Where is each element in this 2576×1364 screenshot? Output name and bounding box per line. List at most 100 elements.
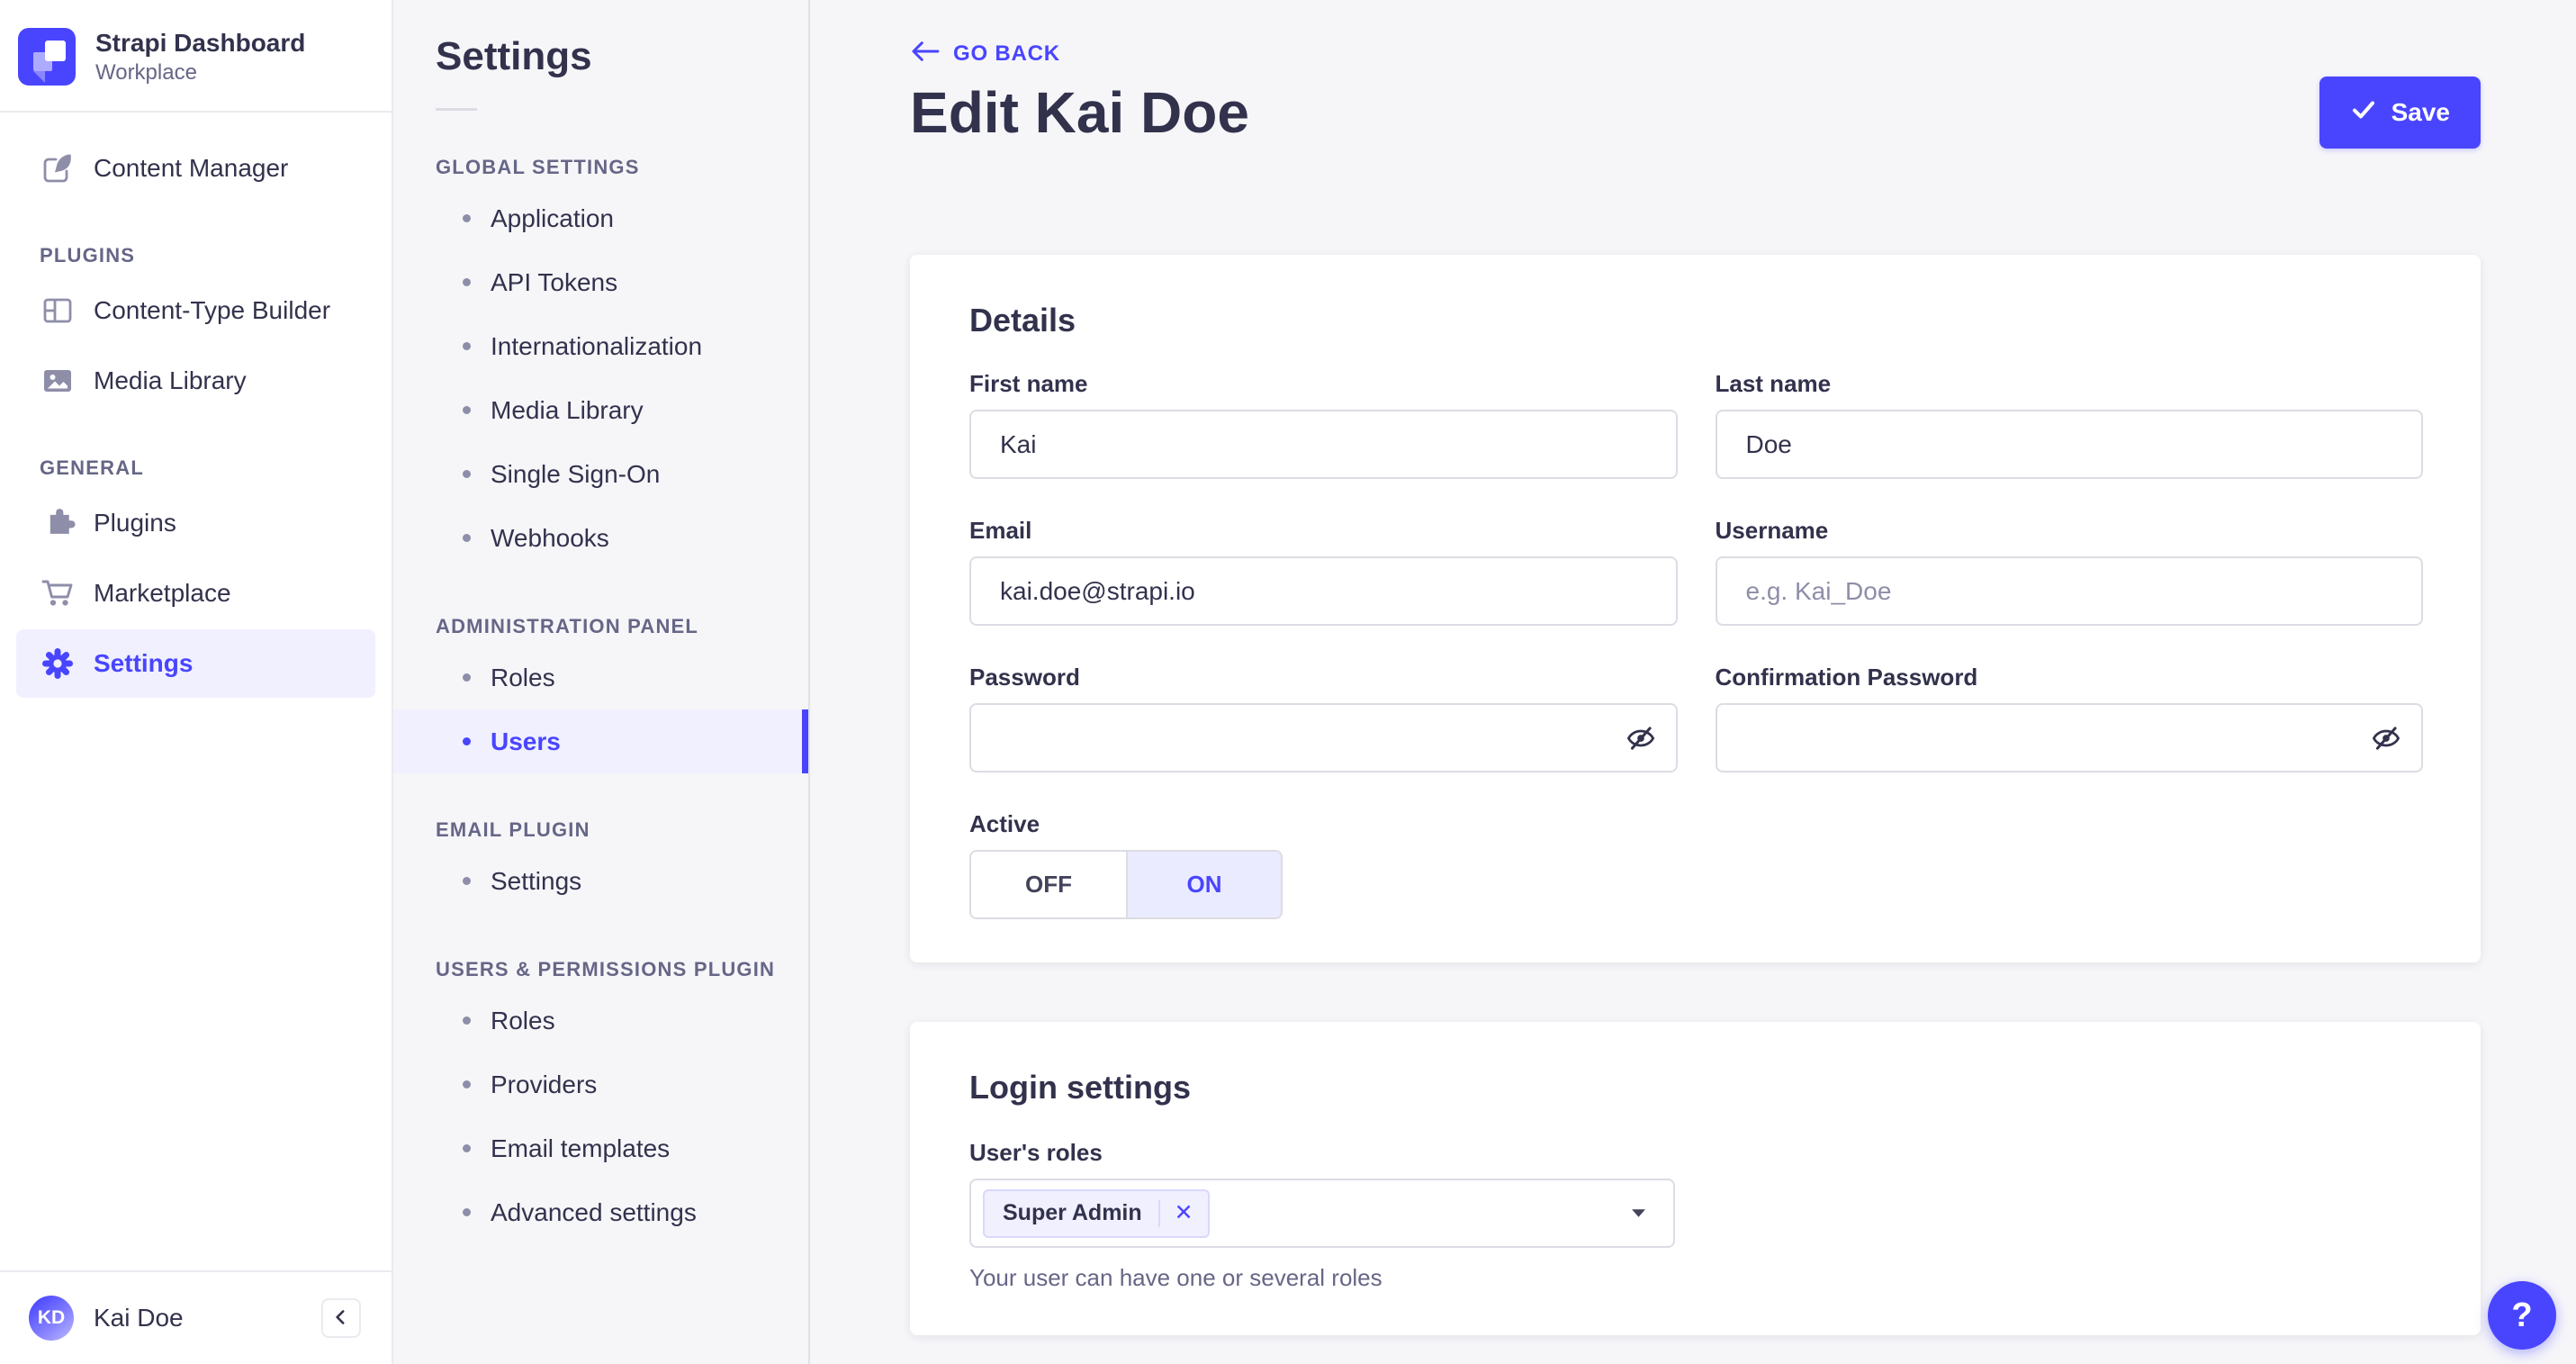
settings-item-application[interactable]: Application [393,186,808,250]
avatar: KD [29,1296,74,1341]
sidebar-item-content-manager[interactable]: Content Manager [16,134,375,203]
settings-item-media-library[interactable]: Media Library [393,378,808,442]
active-field: Active OFF ON [969,810,2423,919]
sidebar-section-label: PLUGINS [40,244,136,266]
bullet-icon [463,214,471,222]
divider [436,108,477,111]
strapi-logo [18,27,76,86]
settings-section-label: USERS & PERMISSIONS PLUGIN [436,958,776,980]
active-label: Active [969,810,1040,837]
help-icon: ? [2511,1296,2533,1334]
sidebar-item-media-library[interactable]: Media Library [16,347,375,415]
back-arrow-icon [910,40,941,68]
close-icon: ✕ [1174,1200,1193,1225]
caret-down-icon [1631,1208,1646,1218]
media-icon [40,363,76,399]
settings-item-roles[interactable]: Roles [393,646,808,709]
login-settings-card: Login settings User's roles Super Admin … [910,1022,2481,1335]
settings-section-label: ADMINISTRATION PANEL [436,615,699,637]
bullet-icon [463,673,471,682]
go-back-label: GO BACK [953,41,1060,66]
form-field: Password [969,664,1678,772]
user-section: KD Kai Doe [0,1270,392,1364]
form-field: Username [1715,517,2423,626]
remove-role-button[interactable]: ✕ [1164,1202,1208,1224]
help-button[interactable]: ? [2488,1281,2556,1350]
role-tag-label: Super Admin [1003,1200,1142,1225]
form-field: Last name [1715,370,2423,479]
settings-sidebar-title: Settings [436,34,592,78]
settings-item-api-tokens[interactable]: API Tokens [393,250,808,314]
login-settings-heading: Login settings [969,1069,1191,1106]
sidebar-item-settings[interactable]: Settings [16,629,375,698]
main-content: GO BACK Edit Kai Doe Save Details First … [810,0,2576,1364]
strapi-admin-app: Strapi Dashboard Workplace Content Manag… [0,0,2576,1364]
settings-section-label: GLOBAL SETTINGS [436,156,640,178]
bullet-icon [463,737,471,745]
settings-item-email-templates[interactable]: Email templates [393,1116,808,1180]
page-title: Edit Kai Doe [910,80,1249,145]
confirmation-password-input[interactable] [1715,703,2423,772]
settings-item-single-sign-on[interactable]: Single Sign-On [393,442,808,506]
bullet-icon [463,278,471,286]
first-name-input[interactable] [969,410,1678,479]
form-field: Confirmation Password [1715,664,2423,772]
settings-item-internationalization[interactable]: Internationalization [393,314,808,378]
settings-item-providers[interactable]: Providers [393,1052,808,1116]
bullet-icon [463,342,471,350]
settings-item-users[interactable]: Users [393,709,808,773]
active-toggle: OFF ON [969,850,1283,919]
role-tag: Super Admin ✕ [983,1188,1210,1238]
username-input[interactable] [1715,556,2423,626]
settings-nav: GLOBAL SETTINGS Application API Tokens I… [393,156,808,1244]
gear-icon [40,646,76,682]
save-button-label: Save [2391,98,2450,126]
active-toggle-on[interactable]: ON [1126,852,1281,917]
puzzle-icon [40,505,76,541]
settings-item-advanced-settings[interactable]: Advanced settings [393,1180,808,1244]
sidebar-nav: Content Manager PLUGINS Content-Type Bui… [0,113,392,700]
email-input[interactable] [969,556,1678,626]
go-back-link[interactable]: GO BACK [910,40,1060,68]
active-toggle-off[interactable]: OFF [971,852,1126,917]
collapse-sidebar-button[interactable] [321,1298,361,1338]
layout-icon [40,293,76,329]
feather-icon [40,150,76,186]
user-name: Kai Doe [94,1304,184,1332]
main-sidebar: Strapi Dashboard Workplace Content Manag… [0,0,393,1364]
settings-section-label: EMAIL PLUGIN [436,818,590,841]
user-roles-label: User's roles [969,1139,1103,1166]
save-button[interactable]: Save [2319,77,2481,149]
cart-icon [40,575,76,611]
brand-text: Strapi Dashboard Workplace [95,27,305,86]
sidebar-item-content-type-builder[interactable]: Content-Type Builder [16,276,375,345]
chevron-left-icon [329,1305,353,1332]
workspace-brand[interactable]: Strapi Dashboard Workplace [0,0,392,111]
settings-item-webhooks[interactable]: Webhooks [393,506,808,570]
bullet-icon [463,1016,471,1025]
eye-off-icon[interactable] [1618,716,1663,761]
sidebar-section-label: GENERAL [40,456,144,479]
password-input[interactable] [969,703,1678,772]
form-field: First name [969,370,1678,479]
workspace-subtitle: Workplace [95,60,197,85]
sidebar-item-plugins[interactable]: Plugins [16,489,375,557]
bullet-icon [463,877,471,885]
last-name-input[interactable] [1715,410,2423,479]
user-roles-select[interactable]: Super Admin ✕ [969,1179,1675,1248]
bullet-icon [463,1208,471,1216]
bullet-icon [463,1144,471,1152]
page-header: Edit Kai Doe Save [910,77,2481,149]
settings-item-roles[interactable]: Roles [393,989,808,1052]
settings-sidebar: Settings GLOBAL SETTINGS Application API… [393,0,810,1364]
settings-item-settings[interactable]: Settings [393,849,808,913]
roles-helper-text: Your user can have one or several roles [969,1264,1383,1291]
details-card: Details First name Last name [910,255,2481,962]
details-fields: First name Last name E [969,370,2423,772]
bullet-icon [463,1080,471,1088]
sidebar-item-marketplace[interactable]: Marketplace [16,559,375,628]
check-icon [2350,96,2377,130]
form-field: Email [969,517,1678,626]
eye-off-icon[interactable] [2364,716,2409,761]
bullet-icon [463,470,471,478]
